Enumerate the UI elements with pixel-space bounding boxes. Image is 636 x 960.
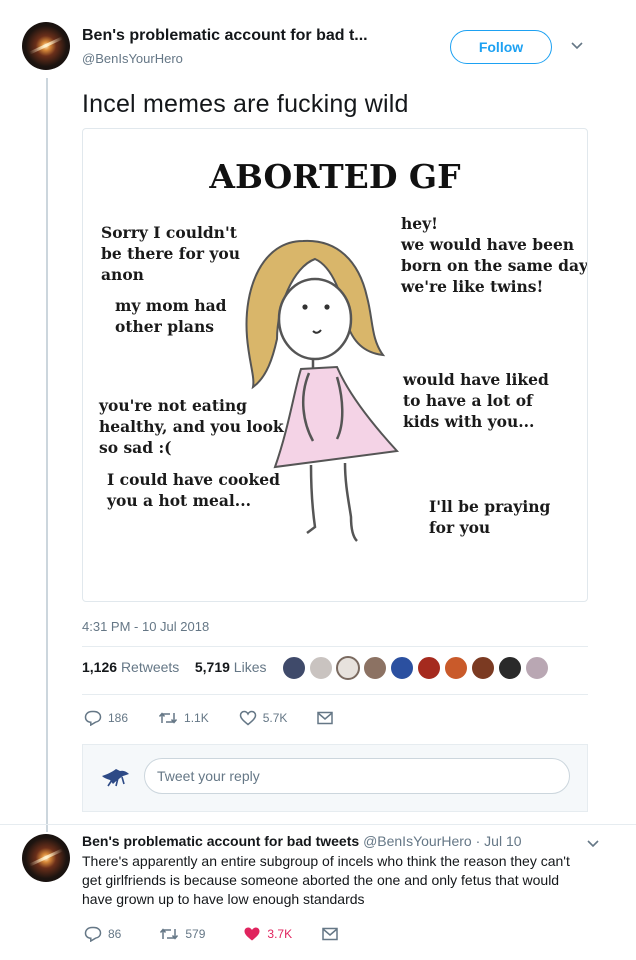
likers-avatar-list[interactable] — [282, 656, 552, 680]
meme-text-mom: my mom had other plans — [115, 296, 227, 336]
liker-avatar[interactable] — [363, 656, 387, 680]
retweets-label: Retweets — [120, 659, 180, 675]
tweet-timestamp[interactable]: 4:31 PM - 10 Jul 2018 — [82, 619, 209, 634]
reply-button[interactable]: 86 — [84, 926, 121, 942]
reply-button[interactable]: 186 — [84, 710, 128, 726]
retweet-count: 579 — [185, 927, 206, 941]
author-handle[interactable]: @BenIsYourHero — [82, 51, 183, 66]
retweet-icon — [160, 928, 179, 940]
heart-icon — [239, 710, 256, 726]
liker-avatar[interactable] — [498, 656, 522, 680]
liker-avatar[interactable] — [309, 656, 333, 680]
like-count: 3.7K — [267, 927, 293, 941]
like-button[interactable]: 3.7K — [243, 926, 292, 942]
tweet-media-image[interactable]: ABORTED GF Sorry I couldn't be there for… — [82, 128, 588, 602]
retweet-button[interactable]: 579 — [159, 927, 205, 941]
meme-title: ABORTED GF — [209, 157, 461, 196]
reply-icon — [84, 710, 102, 726]
divider — [0, 824, 636, 825]
liker-avatar[interactable] — [444, 656, 468, 680]
reply-placeholder: Tweet your reply — [157, 768, 260, 784]
meme-text-sorry: Sorry I couldn't be there for you anon — [101, 223, 240, 284]
like-button[interactable]: 5.7K — [239, 710, 288, 726]
reply-author-name[interactable]: Ben's problematic account for bad tweets — [82, 833, 359, 849]
author-avatar[interactable] — [22, 22, 70, 70]
tweet-text: Incel memes are fucking wild — [82, 90, 409, 118]
envelope-icon — [317, 711, 334, 725]
like-count: 5.7K — [262, 711, 288, 725]
follow-button[interactable]: Follow — [450, 30, 552, 64]
direct-message-button[interactable] — [322, 927, 344, 941]
meme-text-hey: hey! we would have been born on the same… — [401, 214, 588, 296]
reply-author-avatar[interactable] — [22, 834, 70, 882]
likes-label: Likes — [233, 659, 267, 675]
meme-text-kids: would have liked to have a lot of kids w… — [403, 370, 549, 431]
direct-message-button[interactable] — [317, 711, 339, 725]
heart-filled-icon — [244, 927, 260, 941]
reply-count: 186 — [108, 711, 129, 725]
reply-tweet-text: There's apparently an entire subgroup of… — [82, 853, 570, 907]
retweets-count: 1,126 — [82, 659, 118, 675]
stick-figure-girl-drawing — [245, 239, 400, 542]
tweet-actions-bar: 186 1.1K 5.7K — [84, 710, 369, 726]
thread-line — [46, 78, 48, 832]
liker-avatar[interactable] — [390, 656, 414, 680]
reply-tweet-date[interactable]: · Jul 10 — [476, 833, 522, 849]
liker-avatar[interactable] — [336, 656, 360, 680]
envelope-icon — [322, 927, 338, 941]
reply-actions-bar: 86 579 3.7K — [84, 926, 374, 942]
liker-avatar[interactable] — [282, 656, 306, 680]
retweet-icon — [158, 712, 178, 724]
tweet-stats[interactable]: 1,126 Retweets 5,719 Likes — [82, 659, 266, 675]
reply-count: 86 — [108, 927, 122, 941]
reply-input[interactable]: Tweet your reply — [144, 758, 570, 794]
retweet-button[interactable]: 1.1K — [158, 711, 209, 725]
chevron-down-icon[interactable] — [586, 836, 600, 852]
author-name[interactable]: Ben's problematic account for bad t... — [82, 27, 368, 45]
chevron-down-icon[interactable] — [570, 38, 584, 54]
current-user-avatar[interactable] — [98, 760, 132, 794]
divider — [82, 694, 588, 695]
likes-count: 5,719 — [194, 659, 230, 675]
liker-avatar[interactable] — [471, 656, 495, 680]
meme-text-praying: I'll be praying for you — [429, 497, 551, 537]
reply-tweet-header: Ben's problematic account for bad tweets… — [82, 833, 522, 849]
retweet-count: 1.1K — [184, 711, 209, 725]
divider — [82, 646, 588, 647]
reply-icon — [84, 926, 102, 942]
reply-author-handle[interactable]: @BenIsYourHero — [363, 833, 472, 849]
liker-avatar[interactable] — [417, 656, 441, 680]
liker-avatar[interactable] — [525, 656, 549, 680]
